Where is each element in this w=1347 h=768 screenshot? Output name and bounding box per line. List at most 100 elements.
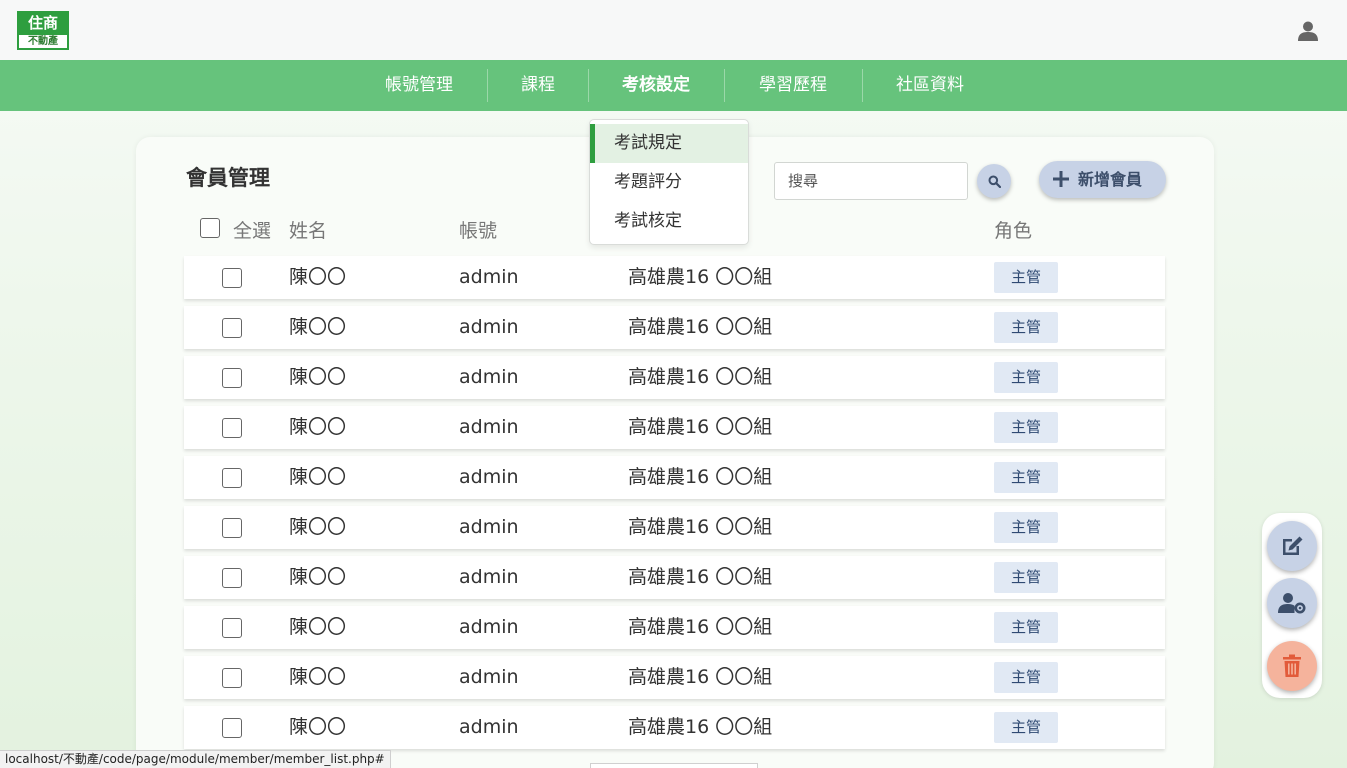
user-account-icon[interactable] xyxy=(1297,21,1319,41)
role-badge: 主管 xyxy=(994,312,1058,343)
row-checkbox[interactable] xyxy=(222,568,242,588)
nav-item-community-data[interactable]: 社區資料 xyxy=(885,60,975,111)
table-row[interactable]: 陳〇〇 admin 高雄農16 〇〇組 主管 xyxy=(184,406,1165,449)
page-title: 會員管理 xyxy=(186,166,270,190)
row-checkbox[interactable] xyxy=(222,468,242,488)
member-group: 高雄農16 〇〇組 xyxy=(628,416,773,438)
member-name: 陳〇〇 xyxy=(289,416,347,438)
row-checkbox[interactable] xyxy=(222,718,242,738)
member-group: 高雄農16 〇〇組 xyxy=(628,466,773,488)
nav-item-learning-history[interactable]: 學習歷程 xyxy=(748,60,838,111)
member-group: 高雄農16 〇〇組 xyxy=(628,516,773,538)
nav-divider xyxy=(724,69,725,102)
member-group: 高雄農16 〇〇組 xyxy=(628,616,773,638)
plus-icon xyxy=(1053,171,1069,187)
edit-icon xyxy=(1283,536,1303,555)
member-account: admin xyxy=(459,466,519,488)
user-settings-button[interactable] xyxy=(1267,578,1317,628)
member-account: admin xyxy=(459,316,519,338)
member-group: 高雄農16 〇〇組 xyxy=(628,266,773,288)
table-row[interactable]: 陳〇〇 admin 高雄農16 〇〇組 主管 xyxy=(184,706,1165,749)
member-name: 陳〇〇 xyxy=(289,616,347,638)
row-checkbox[interactable] xyxy=(222,368,242,388)
table-row[interactable]: 陳〇〇 admin 高雄農16 〇〇組 主管 xyxy=(184,356,1165,399)
row-checkbox[interactable] xyxy=(222,668,242,688)
assessment-settings-dropdown: 考試規定 考題評分 考試核定 xyxy=(589,119,749,245)
role-badge: 主管 xyxy=(994,412,1058,443)
member-group: 高雄農16 〇〇組 xyxy=(628,716,773,738)
column-header-name: 姓名 xyxy=(289,220,328,242)
column-header-role: 角色 xyxy=(994,220,1033,242)
table-row[interactable]: 陳〇〇 admin 高雄農16 〇〇組 主管 xyxy=(184,606,1165,649)
edit-button[interactable] xyxy=(1267,521,1317,571)
nav-item-account-management[interactable]: 帳號管理 xyxy=(374,60,464,111)
logo-text-bottom: 不動產 xyxy=(19,35,67,48)
search-icon xyxy=(988,175,1001,188)
member-name: 陳〇〇 xyxy=(289,716,347,738)
member-group: 高雄農16 〇〇組 xyxy=(628,666,773,688)
row-checkbox[interactable] xyxy=(222,618,242,638)
nav-item-assessment-settings[interactable]: 考核設定 xyxy=(611,60,701,111)
role-badge: 主管 xyxy=(994,462,1058,493)
main-nav: 帳號管理 課程 考核設定 學習歷程 社區資料 xyxy=(0,60,1347,111)
role-badge: 主管 xyxy=(994,562,1058,593)
row-checkbox[interactable] xyxy=(222,268,242,288)
top-header: 住商 不動產 xyxy=(0,0,1347,60)
dropdown-item-question-grading[interactable]: 考題評分 xyxy=(590,163,748,202)
logo-text-top: 住商 xyxy=(27,14,58,32)
row-checkbox[interactable] xyxy=(222,418,242,438)
select-all-checkbox[interactable] xyxy=(200,218,220,238)
member-account: admin xyxy=(459,716,519,738)
nav-divider xyxy=(862,69,863,102)
nav-divider xyxy=(588,69,589,102)
member-account: admin xyxy=(459,616,519,638)
search-input[interactable] xyxy=(774,162,968,200)
member-account: admin xyxy=(459,666,519,688)
column-header-account: 帳號 xyxy=(459,220,498,242)
role-badge: 主管 xyxy=(994,362,1058,393)
dropdown-item-exam-rules[interactable]: 考試規定 xyxy=(590,124,748,163)
nav-item-courses[interactable]: 課程 xyxy=(508,60,568,111)
member-name: 陳〇〇 xyxy=(289,366,347,388)
member-name: 陳〇〇 xyxy=(289,466,347,488)
table-row[interactable]: 陳〇〇 admin 高雄農16 〇〇組 主管 xyxy=(184,306,1165,349)
side-toolbar xyxy=(1262,513,1322,698)
add-member-button[interactable]: 新增會員 xyxy=(1039,161,1166,198)
trash-icon xyxy=(1283,654,1301,677)
role-badge: 主管 xyxy=(994,512,1058,543)
table-row[interactable]: 陳〇〇 admin 高雄農16 〇〇組 主管 xyxy=(184,456,1165,499)
role-badge: 主管 xyxy=(994,262,1058,293)
member-account: admin xyxy=(459,366,519,388)
member-name: 陳〇〇 xyxy=(289,666,347,688)
member-group: 高雄農16 〇〇組 xyxy=(628,316,773,338)
dropdown-item-exam-approval[interactable]: 考試核定 xyxy=(590,202,748,241)
row-checkbox[interactable] xyxy=(222,318,242,338)
add-member-label: 新增會員 xyxy=(1078,170,1143,189)
member-name: 陳〇〇 xyxy=(289,316,347,338)
row-checkbox[interactable] xyxy=(222,518,242,538)
member-name: 陳〇〇 xyxy=(289,266,347,288)
member-account: admin xyxy=(459,516,519,538)
role-badge: 主管 xyxy=(994,662,1058,693)
table-row[interactable]: 陳〇〇 admin 高雄農16 〇〇組 主管 xyxy=(184,556,1165,599)
pagination[interactable] xyxy=(590,763,758,768)
table-row[interactable]: 陳〇〇 admin 高雄農16 〇〇組 主管 xyxy=(184,256,1165,299)
user-settings-icon xyxy=(1278,593,1306,614)
role-badge: 主管 xyxy=(994,712,1058,743)
nav-divider xyxy=(487,69,488,102)
table-row[interactable]: 陳〇〇 admin 高雄農16 〇〇組 主管 xyxy=(184,506,1165,549)
member-account: admin xyxy=(459,566,519,588)
member-account: admin xyxy=(459,416,519,438)
member-name: 陳〇〇 xyxy=(289,516,347,538)
role-badge: 主管 xyxy=(994,612,1058,643)
brand-logo[interactable]: 住商 不動產 xyxy=(17,11,69,50)
member-name: 陳〇〇 xyxy=(289,566,347,588)
member-group: 高雄農16 〇〇組 xyxy=(628,366,773,388)
table-row[interactable]: 陳〇〇 admin 高雄農16 〇〇組 主管 xyxy=(184,656,1165,699)
select-all-label: 全選 xyxy=(233,220,272,242)
member-group: 高雄農16 〇〇組 xyxy=(628,566,773,588)
browser-status-bar: localhost/不動產/code/page/module/member/me… xyxy=(0,750,391,768)
delete-button[interactable] xyxy=(1267,641,1317,691)
member-account: admin xyxy=(459,266,519,288)
search-button[interactable] xyxy=(977,164,1011,198)
